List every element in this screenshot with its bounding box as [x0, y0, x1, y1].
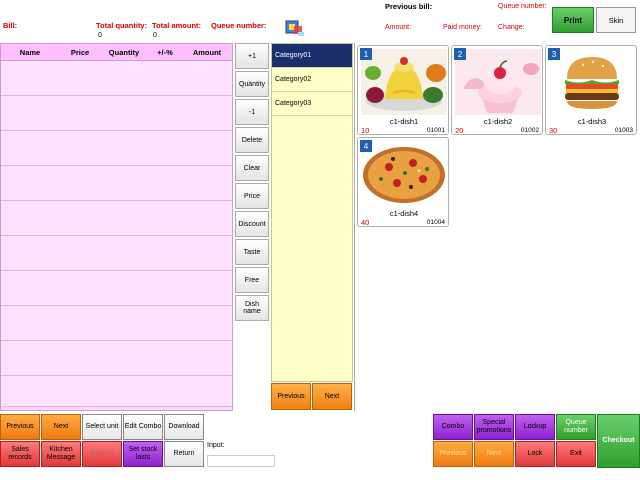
- dish-card[interactable]: 3 c1-dish3 30 01003: [545, 45, 637, 135]
- column-quantity: Quantity: [108, 47, 140, 57]
- dish-code: 01003: [614, 127, 633, 134]
- amount-label: Amount:: [385, 24, 412, 31]
- edit-combo-button[interactable]: Edit Combo: [123, 414, 163, 440]
- total-quantity-value: 0: [98, 32, 102, 39]
- plus-one-button[interactable]: +1: [235, 43, 269, 69]
- jelly-cake-icon: [361, 49, 447, 115]
- category-next-button[interactable]: Next: [312, 383, 352, 410]
- category-list: Category01 Category02 Category03: [271, 43, 353, 382]
- free-button[interactable]: Free: [235, 267, 269, 293]
- action-buttons: +1 Quantity -1 Delete Clear Price Discou…: [235, 43, 269, 323]
- dish-price: 10: [361, 126, 370, 135]
- dish-number-badge: 1: [360, 48, 372, 60]
- quantity-button[interactable]: Quantity: [235, 71, 269, 97]
- total-quantity-label: Total quantity:: [96, 21, 148, 30]
- order-next-button[interactable]: Next: [41, 414, 81, 440]
- dish-previous-button[interactable]: Previous: [433, 441, 473, 467]
- table-row[interactable]: [1, 341, 232, 376]
- burger-icon: [549, 49, 635, 115]
- queue-number-button[interactable]: Queue number: [556, 414, 596, 440]
- table-row[interactable]: [1, 201, 232, 236]
- returns-button[interactable]: Returns: [82, 441, 122, 467]
- column-amount: Amount: [192, 47, 222, 57]
- category-item[interactable]: Category02: [272, 68, 352, 92]
- total-amount-label: Total amount:: [152, 21, 202, 30]
- cupcake-icon: [455, 49, 541, 115]
- input-field[interactable]: [207, 455, 275, 467]
- input-label: Input:: [207, 442, 225, 449]
- category-item[interactable]: Category03: [272, 92, 352, 116]
- dish-number-badge: 2: [454, 48, 466, 60]
- change-label: Change:: [498, 24, 525, 31]
- category-previous-button[interactable]: Previous: [271, 383, 311, 410]
- taste-button[interactable]: Taste: [235, 239, 269, 265]
- special-promotions-button[interactable]: Special promotions: [474, 414, 514, 440]
- dish-number-badge: 3: [548, 48, 560, 60]
- total-amount-value: 0: [153, 32, 157, 39]
- dish-name: c1-dish4: [389, 209, 419, 218]
- discount-button[interactable]: Discount: [235, 211, 269, 237]
- queue-number-label: Queue number:: [211, 21, 267, 30]
- dish-card[interactable]: 2 c1-dish2 20 01002: [451, 45, 543, 135]
- sales-records-button[interactable]: Sales records: [0, 441, 40, 467]
- dish-number-badge: 4: [360, 140, 372, 152]
- table-row[interactable]: [1, 236, 232, 271]
- dish-next-button[interactable]: Next: [474, 441, 514, 467]
- prev-queue-number-label: Queue number:: [498, 3, 547, 10]
- skin-button[interactable]: Skin: [596, 7, 636, 33]
- table-row[interactable]: [1, 96, 232, 131]
- lock-button[interactable]: Lock: [515, 441, 555, 467]
- order-table-header: Name Price Quantity +/-% Amount: [1, 44, 232, 61]
- order-previous-button[interactable]: Previous: [0, 414, 40, 440]
- combo-button[interactable]: Combo: [433, 414, 473, 440]
- column-percent: +/-%: [157, 47, 173, 57]
- dish-code: 01001: [426, 127, 445, 134]
- dish-name: c1-dish1: [389, 117, 419, 126]
- minus-one-button[interactable]: -1: [235, 99, 269, 125]
- dish-name: c1-dish2: [483, 117, 513, 126]
- kitchen-message-button[interactable]: Kitchen Message: [41, 441, 81, 467]
- return-button[interactable]: Return: [164, 441, 204, 467]
- dish-grid: 1 c1-dish1 10 01001 2 c1-dish2 20 01002: [354, 43, 640, 411]
- price-button[interactable]: Price: [235, 183, 269, 209]
- category-item[interactable]: Category01: [272, 44, 352, 68]
- column-name: Name: [19, 47, 41, 57]
- bill-label: Bill:: [3, 21, 18, 30]
- dish-name: c1-dish3: [577, 117, 607, 126]
- clear-button[interactable]: Clear: [235, 155, 269, 181]
- dish-name-button[interactable]: Dish name: [235, 295, 269, 321]
- select-unit-button[interactable]: Select unit: [82, 414, 122, 440]
- checkout-button[interactable]: Checkout: [597, 414, 640, 468]
- dish-price: 40: [361, 218, 370, 227]
- table-row[interactable]: [1, 166, 232, 201]
- download-button[interactable]: Download: [164, 414, 204, 440]
- delete-button[interactable]: Delete: [235, 127, 269, 153]
- pizza-icon: [361, 141, 447, 207]
- table-row[interactable]: [1, 376, 232, 407]
- dish-code: 01002: [520, 127, 539, 134]
- table-row[interactable]: [1, 131, 232, 166]
- table-row[interactable]: [1, 271, 232, 306]
- dish-card[interactable]: 4 c1-dish4 40 01004: [357, 137, 449, 227]
- dish-price: 30: [549, 126, 558, 135]
- lockup-button[interactable]: Lockup: [515, 414, 555, 440]
- column-price: Price: [70, 47, 90, 57]
- print-button[interactable]: Print: [552, 7, 594, 33]
- table-row[interactable]: [1, 306, 232, 341]
- paid-money-label: Paid money:: [443, 24, 482, 31]
- table-row[interactable]: [1, 61, 232, 96]
- app-logo-icon: [284, 18, 306, 38]
- order-table[interactable]: Name Price Quantity +/-% Amount: [0, 43, 233, 411]
- previous-bill-label: Previous bill:: [385, 2, 433, 11]
- dish-code: 01004: [426, 219, 445, 226]
- dish-price: 20: [455, 126, 464, 135]
- set-stock-lasts-button[interactable]: Set stock lasts: [123, 441, 163, 467]
- dish-card[interactable]: 1 c1-dish1 10 01001: [357, 45, 449, 135]
- exit-button[interactable]: Exit: [556, 441, 596, 467]
